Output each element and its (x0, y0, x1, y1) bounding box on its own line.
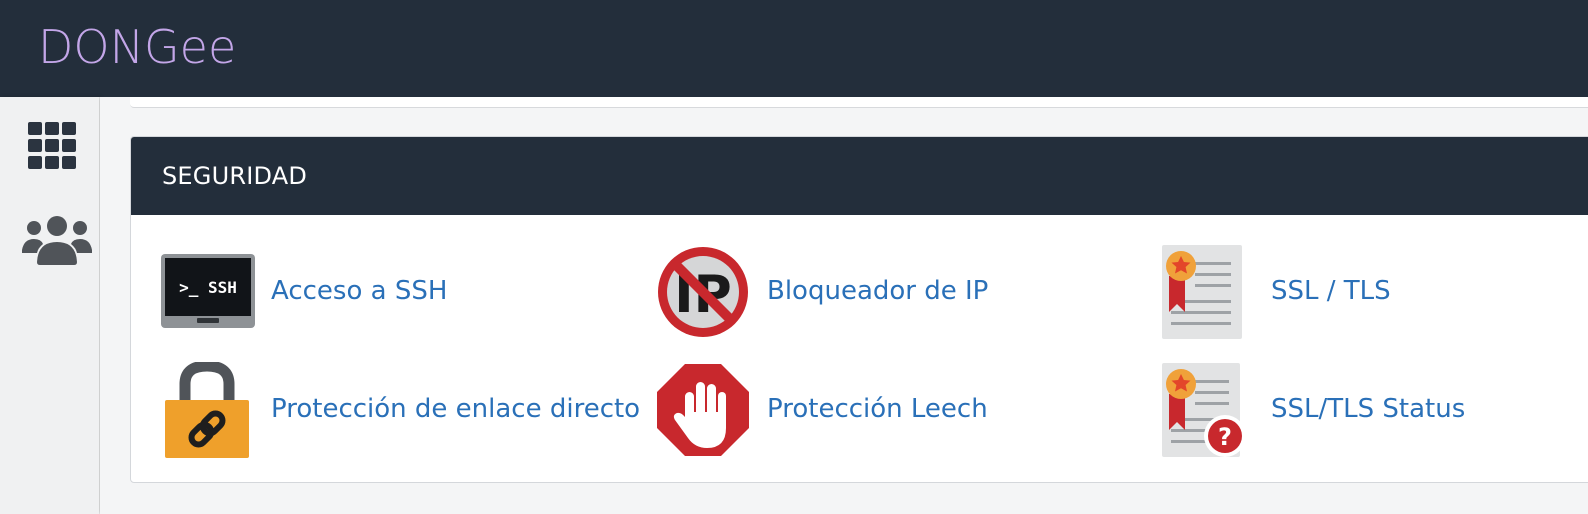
hotlink-padlock-icon (159, 360, 259, 462)
ssl-status-icon: ? (1159, 362, 1259, 462)
item-label: Protección de enlace directo (271, 394, 641, 424)
item-ip-blocker[interactable]: IP Bloqueador de IP (655, 244, 1135, 344)
item-label: Acceso a SSH (271, 276, 448, 306)
item-ssl-tls[interactable]: SSL / TLS (1159, 244, 1588, 344)
svg-text:>_ SSH: >_ SSH (179, 278, 237, 297)
apps-grid-icon[interactable] (22, 119, 82, 177)
svg-text:?: ? (1218, 423, 1232, 451)
previous-panel-edge (130, 97, 1588, 108)
ip-blocker-icon: IP (655, 244, 755, 344)
panel-header[interactable]: SEGURIDAD (131, 137, 1588, 215)
item-hotlink-protection[interactable]: Protección de enlace directo (159, 360, 641, 462)
ssh-terminal-icon: >_ SSH (159, 244, 259, 344)
item-ssh-access[interactable]: >_ SSH Acceso a SSH (159, 244, 639, 344)
item-ssl-tls-status[interactable]: ? SSL/TLS Status (1159, 362, 1588, 462)
item-label: Protección Leech (767, 394, 988, 424)
item-leech-protection[interactable]: Protección Leech (655, 362, 1135, 462)
top-bar: DONGee (0, 0, 1588, 97)
security-panel: SEGURIDAD >_ SSH Acceso a SSH IP (130, 136, 1588, 483)
item-label: Bloqueador de IP (767, 276, 989, 306)
users-group-icon[interactable] (22, 212, 92, 274)
panel-title: SEGURIDAD (162, 162, 308, 190)
left-sidebar (0, 97, 99, 514)
item-label: SSL / TLS (1271, 276, 1391, 306)
leech-stop-hand-icon (655, 362, 755, 462)
ssl-certificate-icon (1159, 244, 1259, 344)
brand-logo[interactable]: DONGee (38, 20, 236, 74)
main-content: SEGURIDAD >_ SSH Acceso a SSH IP (100, 97, 1588, 514)
item-label: SSL/TLS Status (1271, 394, 1466, 424)
